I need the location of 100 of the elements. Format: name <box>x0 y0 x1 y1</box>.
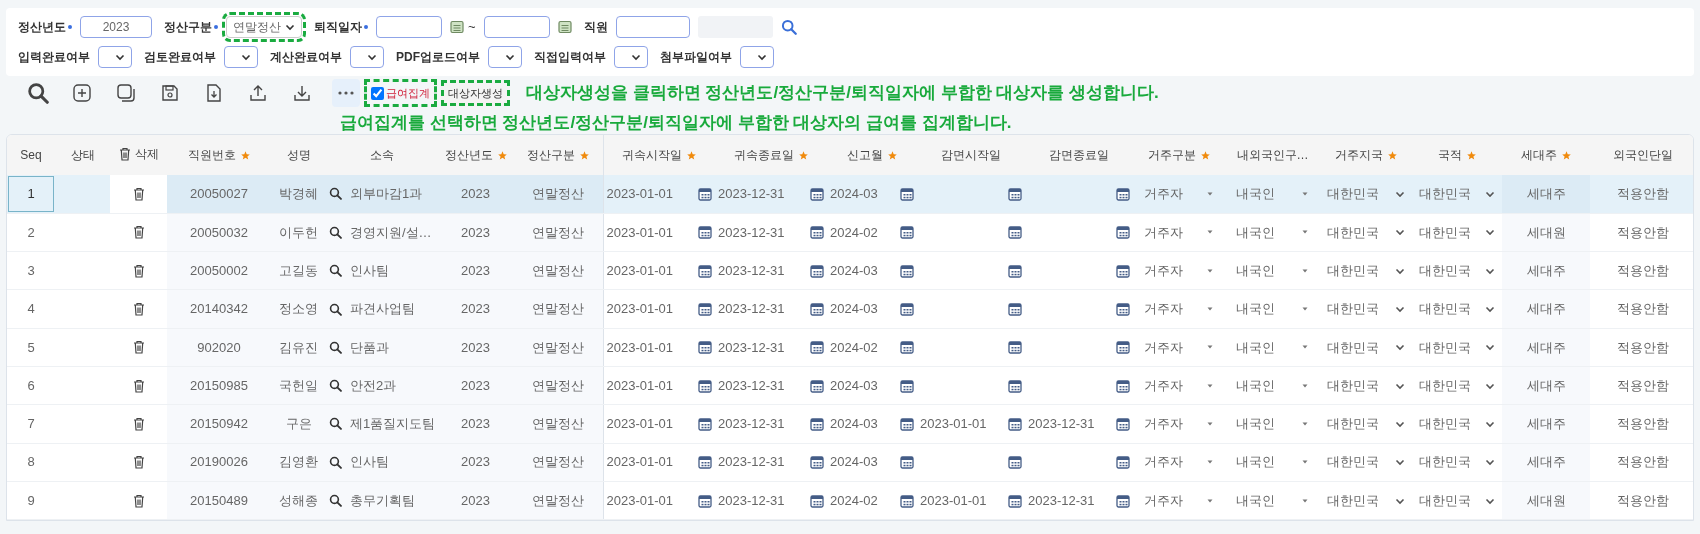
calendar-icon[interactable] <box>1116 378 1130 393</box>
calendar-icon[interactable] <box>810 340 824 355</box>
calendar-icon[interactable] <box>698 186 712 201</box>
chevron-down-icon[interactable] <box>285 22 295 32</box>
caret-down-icon[interactable] <box>1301 382 1309 389</box>
search-icon[interactable] <box>329 340 342 354</box>
chevron-down-icon[interactable] <box>757 52 767 62</box>
download-icon[interactable] <box>292 83 312 103</box>
calendar-icon[interactable] <box>810 416 824 431</box>
trash-icon[interactable] <box>132 263 145 278</box>
calendar-icon[interactable] <box>1008 340 1022 355</box>
calendar-icon[interactable] <box>1008 302 1022 317</box>
checkbox-label[interactable]: 급여집계 <box>386 84 430 102</box>
table-row[interactable]: 4 20140342 정소영 파견사업팀 2023 연말정산 2023-01-01 2023-12-31 2024-03 거주자 내국인 대한민국 대한민국 세대주 적용안함 <box>7 289 1693 329</box>
calendar-icon[interactable] <box>1116 455 1130 470</box>
search-icon[interactable] <box>329 302 342 316</box>
caret-down-icon[interactable] <box>1301 459 1309 466</box>
calendar-icon[interactable] <box>1116 416 1130 431</box>
chevron-down-icon[interactable] <box>1485 227 1495 238</box>
caret-down-icon[interactable] <box>1206 382 1214 389</box>
chevron-down-icon[interactable] <box>1395 227 1405 238</box>
caret-down-icon[interactable] <box>1206 420 1214 427</box>
table-row[interactable]: 1 20050027 박경혜 외부마감1과 2023 연말정산 2023-01-01 2023-12-31 2024-03 거주자 내국인 대한민국 대한민국 세대주 적용안함 <box>7 175 1693 214</box>
save-icon[interactable] <box>160 83 180 103</box>
status-select[interactable] <box>740 46 774 68</box>
chevron-down-icon[interactable] <box>367 52 377 62</box>
trash-icon[interactable] <box>132 455 145 470</box>
search-icon[interactable] <box>329 264 342 278</box>
year-field[interactable]: 2023 <box>80 16 152 38</box>
search-icon[interactable] <box>329 187 342 201</box>
chevron-down-icon[interactable] <box>1485 457 1495 468</box>
table-row[interactable]: 7 20150942 구은 제1품질지도팀 2023 연말정산 2023-01-01 2023-12-31 2024-03 2023-01-01 2023-12-31 거주자 내국인 대한민국 대한민국 세대주 적용안함 <box>7 404 1693 444</box>
date-field[interactable] <box>376 16 442 38</box>
table-row[interactable]: 6 20150985 국헌일 안전2과 2023 연말정산 2023-01-01 2023-12-31 2024-03 거주자 내국인 대한민국 대한민국 세대주 적용안함 <box>7 366 1693 405</box>
upload-icon[interactable] <box>248 83 268 103</box>
calendar-icon[interactable] <box>900 225 914 240</box>
calendar-icon[interactable] <box>810 263 824 278</box>
calendar-icon[interactable] <box>810 493 824 508</box>
calendar-icon[interactable] <box>810 455 824 470</box>
calendar-icon[interactable] <box>698 493 712 508</box>
caret-down-icon[interactable] <box>1301 267 1309 274</box>
caret-down-icon[interactable] <box>1206 344 1214 351</box>
calendar-icon[interactable] <box>1008 263 1022 278</box>
date-field[interactable] <box>483 16 550 38</box>
chevron-down-icon[interactable] <box>1395 342 1405 353</box>
calendar-icon[interactable] <box>900 263 914 278</box>
calendar-icon[interactable] <box>900 302 914 317</box>
status-select[interactable] <box>488 46 522 68</box>
search-icon[interactable] <box>329 494 342 507</box>
payroll-sum-checkbox[interactable] <box>371 86 384 100</box>
calendar-icon[interactable] <box>1008 378 1022 393</box>
calendar-icon[interactable] <box>900 493 914 508</box>
trash-icon[interactable] <box>132 493 145 508</box>
trash-icon[interactable] <box>132 378 145 393</box>
calendar-icon[interactable] <box>698 378 712 393</box>
calendar-icon[interactable] <box>698 225 712 240</box>
calendar-icon[interactable] <box>1008 416 1022 431</box>
table-row[interactable]: 9 20150489 성해종 총무기획팀 2023 연말정산 2023-01-01 2023-12-31 2024-02 2023-01-01 2023-12-31 거주자 내국인 대한민국 대한민국 세대원 적용안함 <box>7 481 1693 520</box>
search-icon[interactable] <box>27 82 49 104</box>
calendar-icon[interactable] <box>1116 340 1130 355</box>
search-icon[interactable] <box>329 455 342 469</box>
calendar-icon[interactable] <box>698 263 712 278</box>
calendar-icon[interactable] <box>1116 225 1130 240</box>
calendar-icon[interactable] <box>1008 225 1022 240</box>
table-row[interactable]: 3 20050002 고길동 인사팀 2023 연말정산 2023-01-01 2023-12-31 2024-03 거주자 내국인 대한민국 대한민국 세대주 적용안함 <box>7 251 1693 290</box>
calendar-icon[interactable] <box>900 186 914 201</box>
chevron-down-icon[interactable] <box>1395 457 1405 468</box>
calendar-icon[interactable] <box>1116 493 1130 508</box>
caret-down-icon[interactable] <box>1206 306 1214 313</box>
table-row[interactable]: 8 20190026 김영환 인사팀 2023 연말정산 2023-01-01 2023-12-31 2024-03 거주자 내국인 대한민국 대한민국 세대주 적용안함 <box>7 443 1693 482</box>
calendar-icon[interactable] <box>1008 455 1022 470</box>
calendar-icon[interactable] <box>810 302 824 317</box>
calendar-icon[interactable] <box>810 186 824 201</box>
calendar-icon[interactable] <box>698 302 712 317</box>
calendar-icon[interactable] <box>450 20 464 34</box>
table-row[interactable]: 5 902020 김유진 단품과 2023 연말정산 2023-01-01 2023-12-31 2024-02 거주자 내국인 대한민국 대한민국 세대주 적용안함 <box>7 328 1693 367</box>
copy-icon[interactable] <box>116 83 136 103</box>
table-row[interactable]: 2 20050032 이두헌 경영지원/설… 2023 연말정산 2023-01-01 2023-12-31 2024-02 거주자 내국인 대한민국 대한민국 세대원 적용안함 <box>7 213 1693 252</box>
caret-down-icon[interactable] <box>1301 190 1309 197</box>
chevron-down-icon[interactable] <box>631 52 641 62</box>
search-icon[interactable] <box>329 417 342 431</box>
search-icon[interactable] <box>329 225 342 239</box>
employee-field[interactable] <box>615 16 690 38</box>
calendar-icon[interactable] <box>900 340 914 355</box>
trash-icon[interactable] <box>132 340 145 355</box>
chevron-down-icon[interactable] <box>115 52 125 62</box>
caret-down-icon[interactable] <box>1206 497 1214 504</box>
caret-down-icon[interactable] <box>1206 190 1214 197</box>
calendar-icon[interactable] <box>900 378 914 393</box>
trash-icon[interactable] <box>132 225 145 240</box>
create-targets-button[interactable]: 대상자생성 <box>441 79 510 107</box>
calendar-icon[interactable] <box>1116 186 1130 201</box>
caret-down-icon[interactable] <box>1301 497 1309 504</box>
caret-down-icon[interactable] <box>1301 344 1309 351</box>
calendar-icon[interactable] <box>698 455 712 470</box>
calendar-icon[interactable] <box>1116 263 1130 278</box>
calendar-icon[interactable] <box>900 455 914 470</box>
calendar-icon[interactable] <box>810 378 824 393</box>
caret-down-icon[interactable] <box>1206 229 1214 236</box>
file-download-icon[interactable] <box>204 83 224 103</box>
